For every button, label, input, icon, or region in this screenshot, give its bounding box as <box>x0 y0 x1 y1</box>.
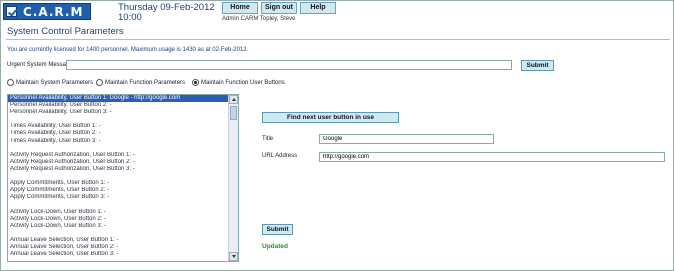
urgent-submit-button[interactable]: Submit <box>521 60 554 71</box>
list-item[interactable]: Personnel Availability, User Button 3: - <box>8 109 238 116</box>
sign-out-button[interactable]: Sign out <box>261 2 297 14</box>
submit-button[interactable]: Submit <box>262 224 293 235</box>
radio-label: Maintain Function User Buttons <box>201 79 285 86</box>
list-item[interactable]: Activity Request Authorization, User But… <box>8 159 238 166</box>
home-button[interactable]: Home <box>222 2 258 14</box>
page-title: System Control Parameters <box>7 26 124 37</box>
urgent-message-label: Urgent System Message <box>7 62 73 68</box>
radio-function-user-buttons[interactable]: Maintain Function User Buttons <box>192 79 285 86</box>
list-item[interactable]: Annual Leave Selection, User Button 1: - <box>8 237 238 244</box>
carm-logo: C.A.R.M <box>3 3 91 20</box>
url-input[interactable] <box>319 152 665 162</box>
license-info: You are currently licensed for 1400 pers… <box>7 47 249 53</box>
scroll-down-button[interactable] <box>229 252 238 261</box>
title-label: Title <box>262 136 274 142</box>
list-item[interactable]: Personnel Availability, User Button 2: - <box>8 102 238 109</box>
scroll-up-button[interactable] <box>229 95 238 104</box>
list-item[interactable] <box>8 116 238 123</box>
radio-function-parameters[interactable]: Maintain Function Parameters <box>96 79 185 86</box>
check-icon <box>6 6 17 17</box>
list-item[interactable]: Personnel Availability, User Button 1: G… <box>8 95 238 103</box>
list-item[interactable]: Activity Lock-Down, User Button 1: - <box>8 209 238 216</box>
divider <box>6 39 670 40</box>
admin-user: Admin CARM Topley, Steve <box>222 16 296 22</box>
url-label: URL Address <box>262 153 298 159</box>
list-item[interactable]: Activity Lock-Down, User Button 2: - <box>8 216 238 223</box>
arrow-down-icon <box>232 255 236 258</box>
help-button[interactable]: Help <box>300 2 336 14</box>
list-item[interactable]: Apply Commitments, User Button 2: - <box>8 187 238 194</box>
list-item[interactable] <box>8 173 238 180</box>
radio-circle[interactable] <box>96 79 103 86</box>
list-item[interactable] <box>8 145 238 152</box>
list-item[interactable]: Times Availability, User Button 3: - <box>8 138 238 145</box>
scroll-thumb[interactable] <box>230 106 237 120</box>
list-item[interactable]: Activity Lock-Down, User Button 3: - <box>8 223 238 230</box>
list-item[interactable] <box>8 230 238 237</box>
title-input[interactable] <box>319 134 494 144</box>
list-item[interactable]: Apply Commitments, User Button 3: - <box>8 194 238 201</box>
list-item[interactable]: Annual Leave Selection, User Button 2: - <box>8 244 238 251</box>
list-item[interactable]: Times Availability, User Button 1: - <box>8 123 238 130</box>
radio-label: Maintain Function Parameters <box>105 79 186 86</box>
list-scrollbar[interactable] <box>228 95 238 261</box>
header-time: 10:00 <box>118 12 142 23</box>
radio-circle[interactable] <box>7 79 14 86</box>
list-item[interactable]: Activity Request Authorization, User But… <box>8 152 238 159</box>
status-message: Updated <box>262 243 288 250</box>
user-button-list[interactable]: Personnel Availability, User Button 1: G… <box>7 94 239 262</box>
list-item[interactable] <box>8 201 238 208</box>
list-item[interactable]: Activity Request Authorization, User But… <box>8 166 238 173</box>
radio-label: Maintain System Parameters <box>16 79 94 86</box>
list-item[interactable]: Times Availability, User Button 2: - <box>8 130 238 137</box>
urgent-message-input[interactable] <box>66 60 512 70</box>
radio-system-parameters[interactable]: Maintain System Parameters <box>7 79 93 86</box>
radio-circle-selected[interactable] <box>192 79 199 86</box>
logo-text: C.A.R.M <box>23 5 84 19</box>
find-next-button[interactable]: Find next user button in use <box>262 112 399 123</box>
arrow-up-icon <box>232 98 236 101</box>
list-item[interactable]: Annual Leave Selection, User Button 3: - <box>8 251 238 258</box>
list-item[interactable]: Apply Commitments, User Button 1: - <box>8 180 238 187</box>
